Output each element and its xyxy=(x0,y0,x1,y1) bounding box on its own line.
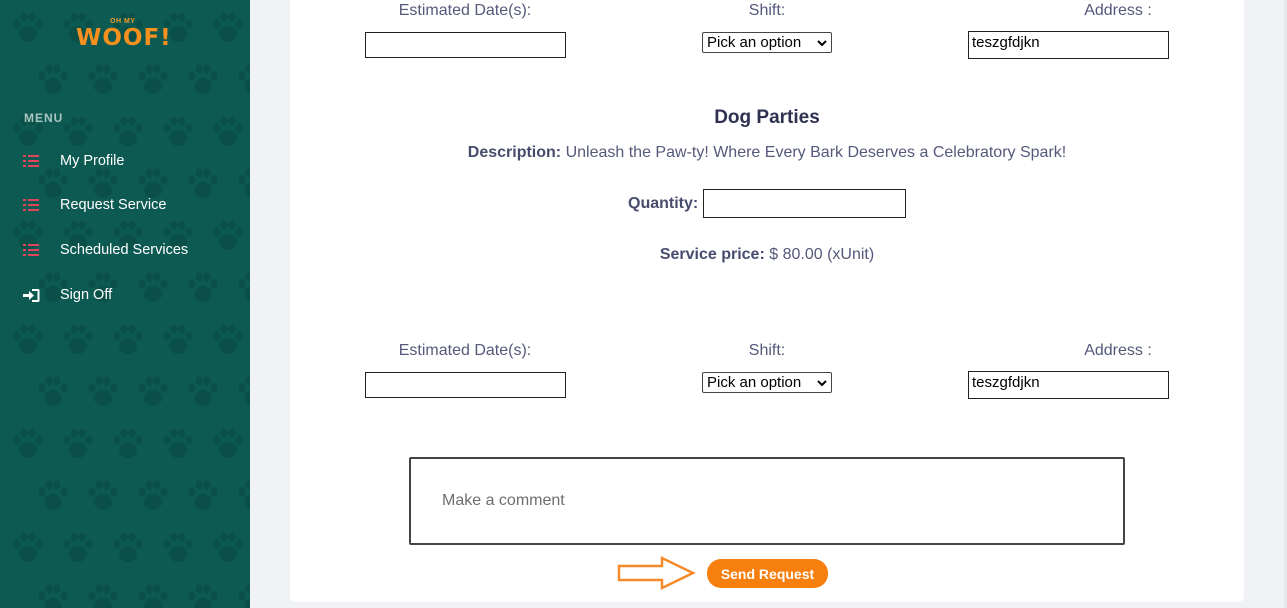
paw-print-icon xyxy=(38,376,68,406)
paw-print-icon xyxy=(213,428,243,458)
sidebar-item-sign-off[interactable]: Sign Off xyxy=(22,284,232,306)
paw-print-icon xyxy=(38,64,68,94)
sidebar-item-label: My Profile xyxy=(60,153,125,169)
paw-print-icon xyxy=(138,584,168,608)
description-label: Description: xyxy=(467,144,562,161)
service-description: Description: Unleash the Paw-ty! Where E… xyxy=(290,144,1244,162)
paw-print-icon xyxy=(238,584,250,608)
price-label: Service price: xyxy=(659,246,765,263)
list-icon xyxy=(22,197,40,213)
paw-print-icon xyxy=(163,324,193,354)
paw-print-icon xyxy=(188,584,218,608)
paw-print-icon xyxy=(188,376,218,406)
paw-print-icon xyxy=(88,480,118,510)
paw-print-icon xyxy=(88,64,118,94)
paw-print-icon xyxy=(38,480,68,510)
paw-print-icon xyxy=(13,428,43,458)
quantity-input[interactable] xyxy=(703,189,906,218)
paw-print-icon xyxy=(188,64,218,94)
paw-print-icon xyxy=(163,532,193,562)
address-input[interactable]: teszgfdjkn xyxy=(968,371,1169,399)
shift-label: Shift: xyxy=(748,2,786,19)
paw-print-icon xyxy=(138,376,168,406)
shift-select[interactable]: Pick an option xyxy=(702,372,832,393)
paw-print-icon xyxy=(13,532,43,562)
service-price: Service price: $ 80.00 (xUnit) xyxy=(290,246,1244,264)
sidebar-item-scheduled-services[interactable]: Scheduled Services xyxy=(22,239,232,261)
paw-print-icon xyxy=(63,116,93,146)
quantity-label: Quantity: xyxy=(628,195,698,213)
shift-label: Shift: xyxy=(748,342,786,359)
chevron-down-icon xyxy=(817,374,827,391)
address-label: Address : xyxy=(1084,2,1152,19)
address-input[interactable]: teszgfdjkn xyxy=(968,31,1169,59)
menu-title: MENU xyxy=(24,111,64,125)
send-request-button[interactable]: Send Request xyxy=(707,559,828,588)
paw-print-icon xyxy=(138,64,168,94)
paw-print-icon xyxy=(188,480,218,510)
paw-print-icon xyxy=(88,376,118,406)
paw-print-icon xyxy=(113,428,143,458)
service-title: Dog Parties xyxy=(714,107,820,128)
paw-print-icon xyxy=(63,532,93,562)
paw-print-icon xyxy=(13,324,43,354)
sidebar-item-label: Sign Off xyxy=(60,287,113,303)
list-icon xyxy=(22,153,40,169)
sidebar-item-label: Request Service xyxy=(60,197,167,213)
paw-print-icon xyxy=(88,584,118,608)
logo-text: WOOF! xyxy=(76,25,172,51)
paw-print-icon xyxy=(63,324,93,354)
comment-textarea[interactable]: Make a comment xyxy=(409,457,1125,545)
sign-in-icon xyxy=(22,287,40,303)
paw-print-icon xyxy=(213,532,243,562)
paw-print-icon xyxy=(213,324,243,354)
paw-print-icon xyxy=(38,584,68,608)
shift-select[interactable]: Pick an option xyxy=(702,32,832,53)
paw-print-icon xyxy=(238,480,250,510)
sidebar: OH MY WOOF! MENU My Profile Request Serv… xyxy=(0,0,250,608)
shift-select-value: Pick an option xyxy=(707,34,802,51)
paw-print-icon xyxy=(238,64,250,94)
paw-print-icon xyxy=(238,168,250,198)
paw-print-icon xyxy=(113,532,143,562)
paw-print-icon xyxy=(13,12,43,42)
shift-select-value: Pick an option xyxy=(707,374,802,391)
quantity-label-text: Quantity: xyxy=(628,195,699,212)
estimated-dates-input[interactable] xyxy=(365,32,566,58)
paw-print-icon xyxy=(113,116,143,146)
sidebar-item-label: Scheduled Services xyxy=(60,242,189,258)
paw-print-icon xyxy=(113,324,143,354)
paw-print-icon xyxy=(138,480,168,510)
paw-print-icon xyxy=(238,272,250,302)
arrow-right-icon xyxy=(617,556,696,590)
paw-print-icon xyxy=(163,116,193,146)
paw-print-icon xyxy=(213,116,243,146)
sidebar-item-request-service[interactable]: Request Service xyxy=(22,194,232,216)
estimated-dates-input[interactable] xyxy=(365,372,566,398)
paw-print-icon xyxy=(238,376,250,406)
paw-print-icon xyxy=(213,12,243,42)
description-text: Unleash the Paw-ty! Where Every Bark Des… xyxy=(565,144,1067,161)
estimated-dates-label: Estimated Date(s): xyxy=(398,2,532,19)
paw-print-icon xyxy=(163,428,193,458)
paw-print-icon xyxy=(63,428,93,458)
service-request-card: Estimated Date(s): Shift: Address : Pick… xyxy=(290,0,1244,602)
logo[interactable]: OH MY WOOF! xyxy=(76,18,176,50)
estimated-dates-label: Estimated Date(s): xyxy=(398,342,532,359)
list-icon xyxy=(22,242,40,258)
chevron-down-icon xyxy=(817,34,827,51)
price-value: $ 80.00 (xUnit) xyxy=(769,246,875,263)
address-label: Address : xyxy=(1084,342,1152,359)
sidebar-item-my-profile[interactable]: My Profile xyxy=(22,150,232,172)
